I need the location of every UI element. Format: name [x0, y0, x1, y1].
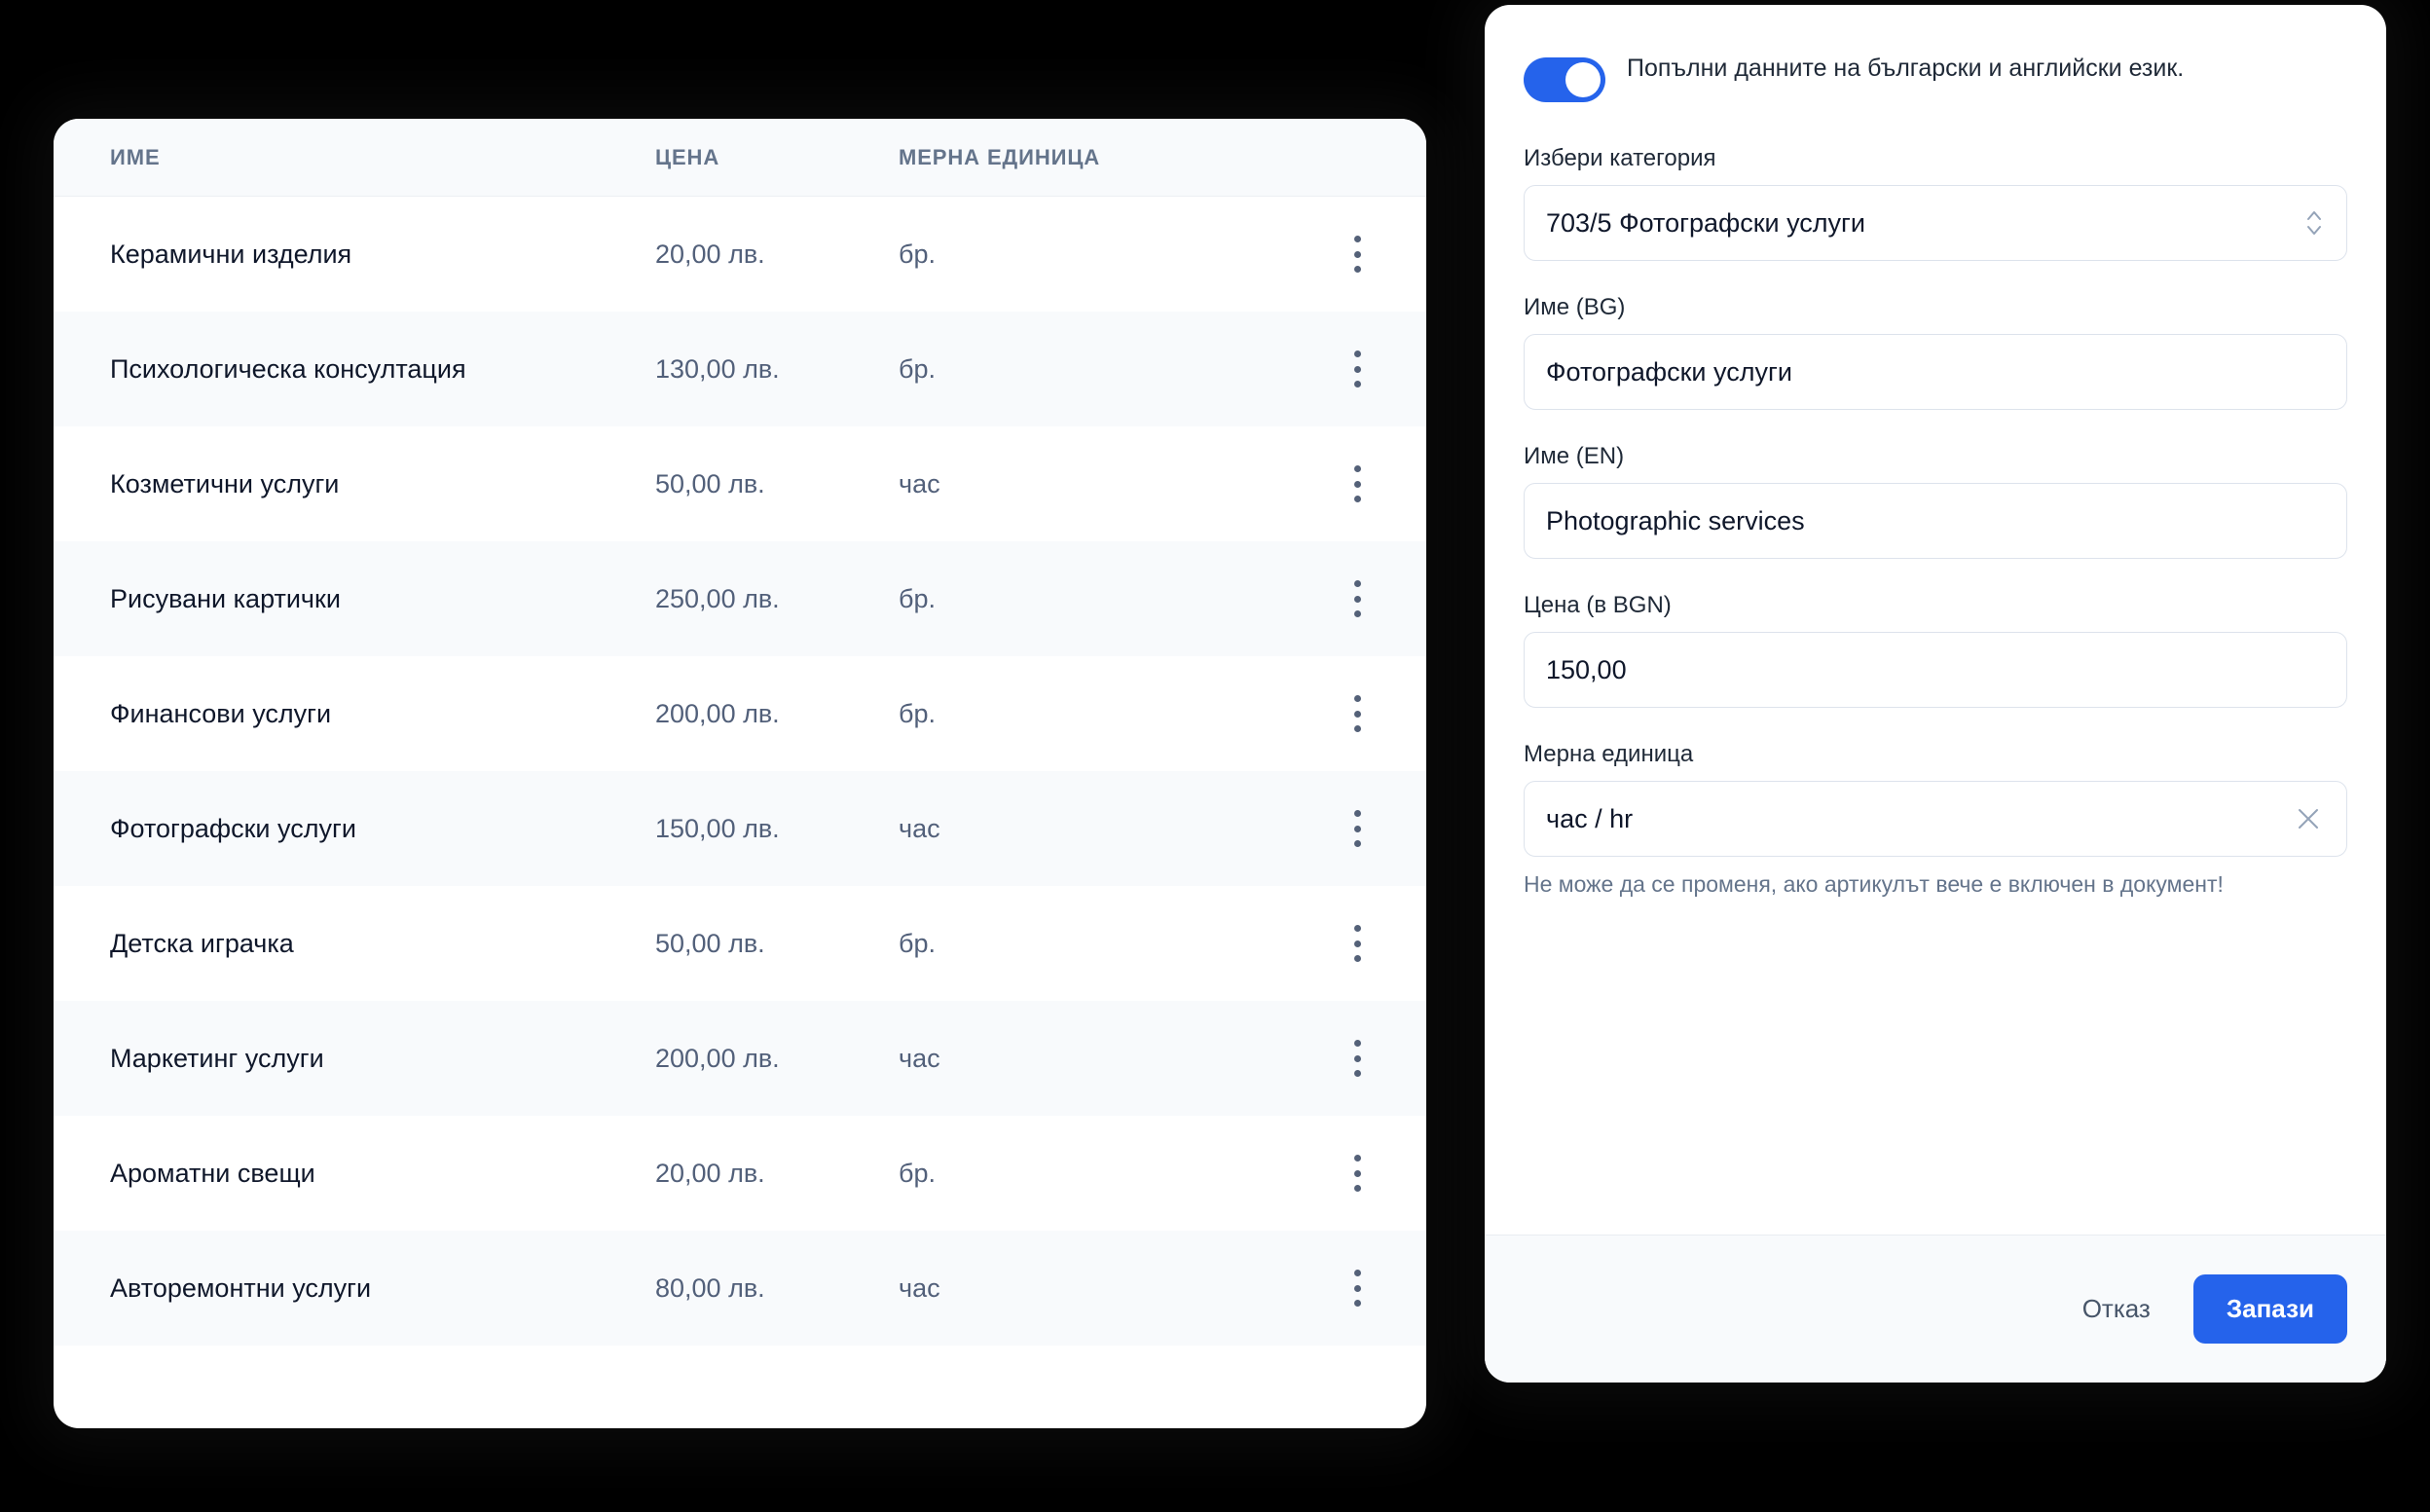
- bilingual-toggle-label: Попълни данните на български и английски…: [1627, 55, 2185, 82]
- name-bg-input[interactable]: Фотографски услуги: [1524, 334, 2347, 410]
- unit-value: час / hr: [1546, 803, 1634, 833]
- cell-item-unit: бр.: [899, 353, 936, 384]
- cell-item-unit: бр.: [899, 583, 936, 613]
- item-edit-panel: Попълни данните на български и английски…: [1485, 5, 2386, 1383]
- name-en-label: Име (EN): [1524, 443, 1625, 469]
- name-bg-label: Име (BG): [1524, 294, 1626, 320]
- cell-item-name: Психологическа консултация: [110, 353, 466, 384]
- row-actions[interactable]: [1288, 1153, 1426, 1194]
- cell-item-unit: бр.: [899, 698, 936, 728]
- panel-footer: Отказ Запази: [1485, 1235, 2386, 1383]
- column-header-name[interactable]: ИМЕ: [54, 145, 655, 170]
- cell-item-unit: час: [899, 1272, 940, 1303]
- field-price: Цена (в BGN) 150,00: [1524, 592, 2347, 708]
- cell-item-name: Финансови услуги: [110, 698, 332, 728]
- category-label: Избери категория: [1524, 145, 1716, 171]
- cell-item-unit: час: [899, 813, 940, 843]
- screen: ИМЕ ЦЕНА МЕРНА ЕДИНИЦА Керамични изделия…: [0, 0, 2430, 1512]
- cell-item-price: 50,00 лв.: [655, 928, 765, 958]
- table-row[interactable]: Козметични услуги 50,00 лв. час: [54, 426, 1426, 541]
- table-row[interactable]: Финансови услуги 200,00 лв. бр.: [54, 656, 1426, 771]
- cell-item-name: Фотографски услуги: [110, 813, 356, 843]
- table-row[interactable]: Психологическа консултация 130,00 лв. бр…: [54, 312, 1426, 426]
- table-row[interactable]: Керамични изделия 20,00 лв. бр.: [54, 197, 1426, 312]
- close-icon[interactable]: [2292, 802, 2325, 835]
- table-row[interactable]: Авторемонтни услуги 80,00 лв. час: [54, 1231, 1426, 1346]
- category-select[interactable]: 703/5 Фотографски услуги: [1524, 185, 2347, 261]
- table-row[interactable]: Ароматни свещи 20,00 лв. бр.: [54, 1116, 1426, 1231]
- cell-item-unit: бр.: [899, 928, 936, 958]
- unit-label: Мерна единица: [1524, 741, 1694, 767]
- price-input[interactable]: 150,00: [1524, 632, 2347, 708]
- field-name-en: Име (EN) Photographic services: [1524, 443, 2347, 559]
- bilingual-toggle-switch[interactable]: [1524, 57, 1605, 102]
- cell-item-price: 80,00 лв.: [655, 1272, 765, 1303]
- row-actions[interactable]: [1288, 808, 1426, 849]
- field-unit: Мерна единица час / hr: [1524, 741, 2347, 857]
- cell-item-price: 150,00 лв.: [655, 813, 780, 843]
- cell-item-name: Ароматни свещи: [110, 1158, 315, 1188]
- cell-item-price: 200,00 лв.: [655, 698, 780, 728]
- row-actions[interactable]: [1288, 234, 1426, 275]
- unit-input[interactable]: час / hr: [1524, 781, 2347, 857]
- cell-item-price: 50,00 лв.: [655, 468, 765, 498]
- row-actions[interactable]: [1288, 578, 1426, 619]
- field-category: Избери категория 703/5 Фотографски услуг…: [1524, 145, 2347, 261]
- name-en-input[interactable]: Photographic services: [1524, 483, 2347, 559]
- row-actions[interactable]: [1288, 1268, 1426, 1309]
- price-value: 150,00: [1546, 654, 1627, 684]
- cell-item-price: 130,00 лв.: [655, 353, 780, 384]
- cell-item-name: Авторемонтни услуги: [110, 1272, 372, 1303]
- row-actions[interactable]: [1288, 349, 1426, 389]
- category-value: 703/5 Фотографски услуги: [1546, 207, 1865, 238]
- kebab-menu-icon[interactable]: [1340, 578, 1375, 619]
- name-bg-value: Фотографски услуги: [1546, 356, 1792, 387]
- name-en-value: Photographic services: [1546, 505, 1805, 535]
- table-header-row: ИМЕ ЦЕНА МЕРНА ЕДИНИЦА: [54, 119, 1426, 197]
- table-row[interactable]: Детска играчка 50,00 лв. бр.: [54, 886, 1426, 1001]
- cell-item-name: Маркетинг услуги: [110, 1043, 324, 1073]
- cell-item-unit: час: [899, 468, 940, 498]
- kebab-menu-icon[interactable]: [1340, 923, 1375, 964]
- row-actions[interactable]: [1288, 463, 1426, 504]
- kebab-menu-icon[interactable]: [1340, 808, 1375, 849]
- cell-item-name: Детска играчка: [110, 928, 294, 958]
- row-actions[interactable]: [1288, 1038, 1426, 1079]
- kebab-menu-icon[interactable]: [1340, 234, 1375, 275]
- unit-help-text: Не може да се променя, ако артикулът веч…: [1524, 871, 2224, 897]
- row-actions[interactable]: [1288, 923, 1426, 964]
- row-actions[interactable]: [1288, 693, 1426, 734]
- cell-item-unit: час: [899, 1043, 940, 1073]
- cell-item-price: 250,00 лв.: [655, 583, 780, 613]
- table-row[interactable]: Фотографски услуги 150,00 лв. час: [54, 771, 1426, 886]
- chevron-up-down-icon: [2303, 206, 2325, 240]
- column-header-unit[interactable]: МЕРНА ЕДИНИЦА: [899, 145, 1288, 170]
- table-row[interactable]: Маркетинг услуги 200,00 лв. час: [54, 1001, 1426, 1116]
- kebab-menu-icon[interactable]: [1340, 349, 1375, 389]
- column-header-price[interactable]: ЦЕНА: [655, 145, 899, 170]
- cell-item-unit: бр.: [899, 1158, 936, 1188]
- table-row[interactable]: Рисувани картички 250,00 лв. бр.: [54, 541, 1426, 656]
- price-label: Цена (в BGN): [1524, 592, 1672, 618]
- kebab-menu-icon[interactable]: [1340, 463, 1375, 504]
- field-name-bg: Име (BG) Фотографски услуги: [1524, 294, 2347, 410]
- kebab-menu-icon[interactable]: [1340, 1038, 1375, 1079]
- items-table-card: ИМЕ ЦЕНА МЕРНА ЕДИНИЦА Керамични изделия…: [54, 119, 1426, 1428]
- cell-item-name: Рисувани картички: [110, 583, 341, 613]
- save-button[interactable]: Запази: [2192, 1274, 2347, 1344]
- cell-item-price: 200,00 лв.: [655, 1043, 780, 1073]
- panel-body: Попълни данните на български и английски…: [1485, 5, 2386, 1235]
- bilingual-toggle-row: Попълни данните на български и английски…: [1524, 52, 2347, 102]
- cell-item-name: Керамични изделия: [110, 239, 352, 269]
- cell-item-price: 20,00 лв.: [655, 239, 765, 269]
- cell-item-name: Козметични услуги: [110, 468, 340, 498]
- cell-item-unit: бр.: [899, 239, 936, 269]
- kebab-menu-icon[interactable]: [1340, 693, 1375, 734]
- cell-item-price: 20,00 лв.: [655, 1158, 765, 1188]
- kebab-menu-icon[interactable]: [1340, 1153, 1375, 1194]
- kebab-menu-icon[interactable]: [1340, 1268, 1375, 1309]
- toggle-knob: [1565, 62, 1601, 97]
- cancel-button[interactable]: Отказ: [2055, 1276, 2178, 1342]
